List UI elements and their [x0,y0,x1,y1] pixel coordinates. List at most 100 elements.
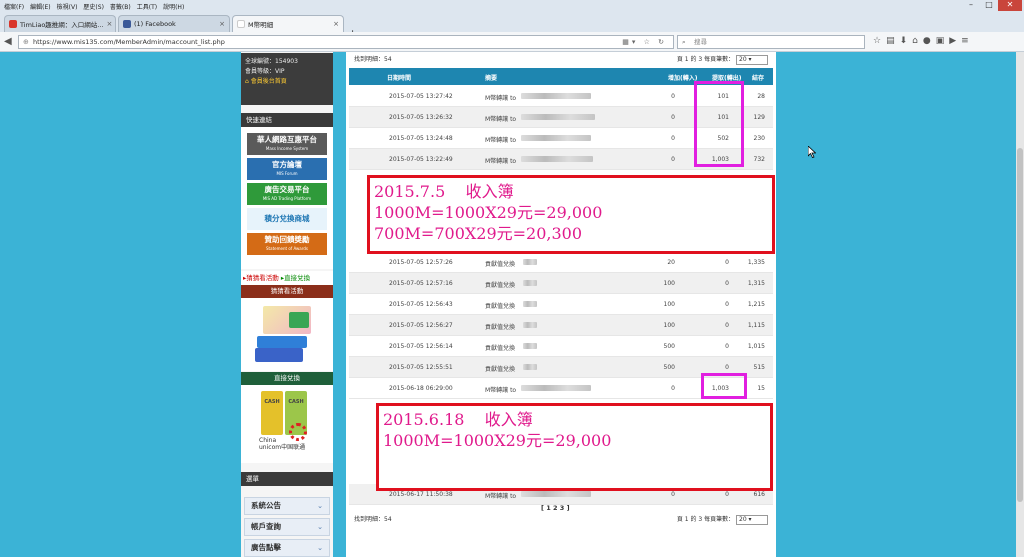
menu-item-ad-clicks[interactable]: 廣告點擊 ⌄ [244,539,330,557]
globe-icon: ⊕ [23,38,29,46]
cell-summary: 貢獻值兌換 [485,345,516,352]
chevron-down-icon: ⌄ [317,544,323,552]
annotation-note-0705: 2015.7.5 收入簿 1000M=1000X29元=29,000 700M=… [367,175,775,254]
download-icon[interactable]: ⬇ [900,36,908,46]
unicom-line: unicom中国联通 [259,444,306,451]
page-scrollbar[interactable] [1016,52,1024,557]
cell-balance: 1,015 [747,343,765,350]
cell-in: 0 [671,491,675,498]
menu-item-account-query[interactable]: 帳戶查詢 ⌄ [244,518,330,536]
tab-timliao[interactable]: TimLiao趣推網：入口網站... × [4,15,116,32]
tab-facebook[interactable]: (1) Facebook × [118,15,230,32]
menu-view[interactable]: 檢視(V) [57,2,78,11]
cell-balance: 732 [753,156,765,163]
redacted-name [521,135,591,141]
guess-activity-banner[interactable] [241,298,333,371]
reading-list-icon[interactable]: ▤ [886,36,895,46]
quick-link-title: 積分兌換商城 [264,214,310,223]
menu-tools[interactable]: 工具(T) [137,2,157,11]
tab-label: TimLiao趣推網：入口網站... [20,21,104,29]
per-page-select[interactable]: 20 ▾ [736,54,768,65]
cell-out: 0 [725,343,729,350]
chevron-down-icon: ⌄ [317,502,323,510]
tab-mcoin-detail[interactable]: M幣明細 × [232,15,344,32]
menu-help[interactable]: 說明(H) [163,2,184,11]
cell-summary: 貢獻值兌換 [485,261,516,268]
member-info: 全球編號：154903 會員等級：VIP ⌂ 會員後台首頁 [241,53,333,105]
maximize-icon[interactable]: □ [980,0,998,11]
col-header-balance: 結存 [752,75,765,82]
quick-link-forum[interactable]: 官方論壇 MIS Forum [247,158,327,180]
redacted-name [521,385,591,391]
direct-exchange-banner[interactable]: CASH CASH China unicom中国联通 [241,385,333,463]
member-home-label: 會員後台首頁 [250,78,287,85]
gift-card-image [257,336,307,348]
back-arrow-icon[interactable]: ◀ [4,36,12,47]
redacted-name [521,491,591,497]
member-home-link[interactable]: ⌂ 會員後台首頁 [245,77,329,87]
table-row: 2015-07-05 12:56:43 貢獻值兌換 100 0 1,215 [349,294,773,315]
direct-exchange-label: 直接兌換 [284,274,311,282]
toolbar-icons: ☆ ▤ ⬇ ⌂ ● ▣ ▶ ≡ [873,36,969,46]
menu-edit[interactable]: 編輯(E) [30,2,50,11]
cell-summary: 貢獻值兌換 [485,324,516,331]
youtube-icon[interactable]: ▶ [949,36,956,46]
menu-file[interactable]: 檔案(F) [4,2,24,11]
search-icon: ⌕ [682,38,686,46]
url-bar[interactable]: ⊕ https://www.mis135.com/MemberAdmin/mac… [18,35,674,49]
close-window-icon[interactable]: ✕ [998,0,1022,11]
quick-link-points-mall[interactable]: 積分兌換商城 [247,208,327,230]
menu-title: 選單 [241,472,333,486]
menu-bookmarks[interactable]: 書籤(B) [110,2,131,11]
home-icon[interactable]: ⌂ [912,36,918,46]
scrollbar-thumb[interactable] [1017,148,1023,502]
cell-datetime: 2015-07-05 13:24:48 [389,135,453,142]
tab-close-icon[interactable]: × [107,20,113,28]
highlight-box-outgoing [701,373,747,399]
pagination[interactable]: [ 1 2 3 ] [541,504,570,512]
guess-activity-link[interactable]: ▸猜猜看活動 [243,274,279,282]
redacted-name [521,156,593,162]
menu-history[interactable]: 歷史(S) [83,2,104,11]
quick-link-title: 官方論壇 [272,160,302,169]
quick-link-title: 華人網路互惠平台 [257,135,317,144]
member-level: 會員等級：VIP [245,68,285,75]
menu-bar: 檔案(F) 編輯(E) 檢視(V) 歷史(S) 書籤(B) 工具(T) 說明(H… [0,0,1024,12]
cell-summary: 貢獻值兌換 [485,366,516,373]
quick-link-ad-trading[interactable]: 廣告交易平台 MIS AD Trading Platform [247,183,327,205]
window-controls: – □ ✕ [962,0,1022,11]
menu-item-announcements[interactable]: 系統公告 ⌄ [244,497,330,515]
per-page-select[interactable]: 20 ▾ [736,514,768,525]
quick-link-awards[interactable]: 贊助回饋獎勵 Statement of Awards [247,233,327,255]
guess-activity-title: 猜猜看活動 [241,285,333,298]
table-bottom-bar: 找到明細：54 頁 1 的 3 每頁筆數： 20 ▾ [346,513,776,526]
redacted-name [521,114,595,120]
cell-in: 0 [671,114,675,121]
tab-favicon-icon [9,20,17,28]
tab-close-icon[interactable]: × [333,20,339,28]
quick-link-mass-income[interactable]: 華人網路互惠平台 Mass Income System [247,133,327,155]
cell-datetime: 2015-07-05 12:57:16 [389,280,453,287]
minimize-icon[interactable]: – [962,0,980,11]
hamburger-menu-icon[interactable]: ≡ [961,36,969,46]
note-line: 2015.6.18 收入簿 [383,410,533,429]
cell-in: 0 [671,135,675,142]
tab-close-icon[interactable]: × [219,20,225,28]
search-input[interactable]: ⌕ 搜尋 [677,35,865,49]
per-page-value: 20 [739,515,747,523]
bookmark-star-icon[interactable]: ☆ [873,36,881,46]
table-row: 2015-07-05 12:57:26 貢獻值兌換 20 0 1,335 [349,252,773,273]
chat-icon[interactable]: ● [923,36,931,46]
facebook-icon [123,20,131,28]
cell-datetime: 2015-07-05 12:55:51 [389,364,453,371]
member-id: 全球編號：154903 [245,58,298,65]
url-bar-icons[interactable]: ▦▾ ☆ ↻ [622,36,667,48]
direct-exchange-link[interactable]: ▸直接兌換 [281,274,310,282]
table-top-bar: 找到明細：54 頁 1 的 3 每頁筆數： 20 ▾ [346,53,776,66]
redacted-name [521,93,591,99]
addon-icon[interactable]: ▣ [936,36,945,46]
gift-card-image [289,312,309,328]
cell-datetime: 2015-07-05 13:27:42 [389,93,453,100]
redacted-name [523,280,537,286]
menu-item-label: 系統公告 [251,501,281,510]
